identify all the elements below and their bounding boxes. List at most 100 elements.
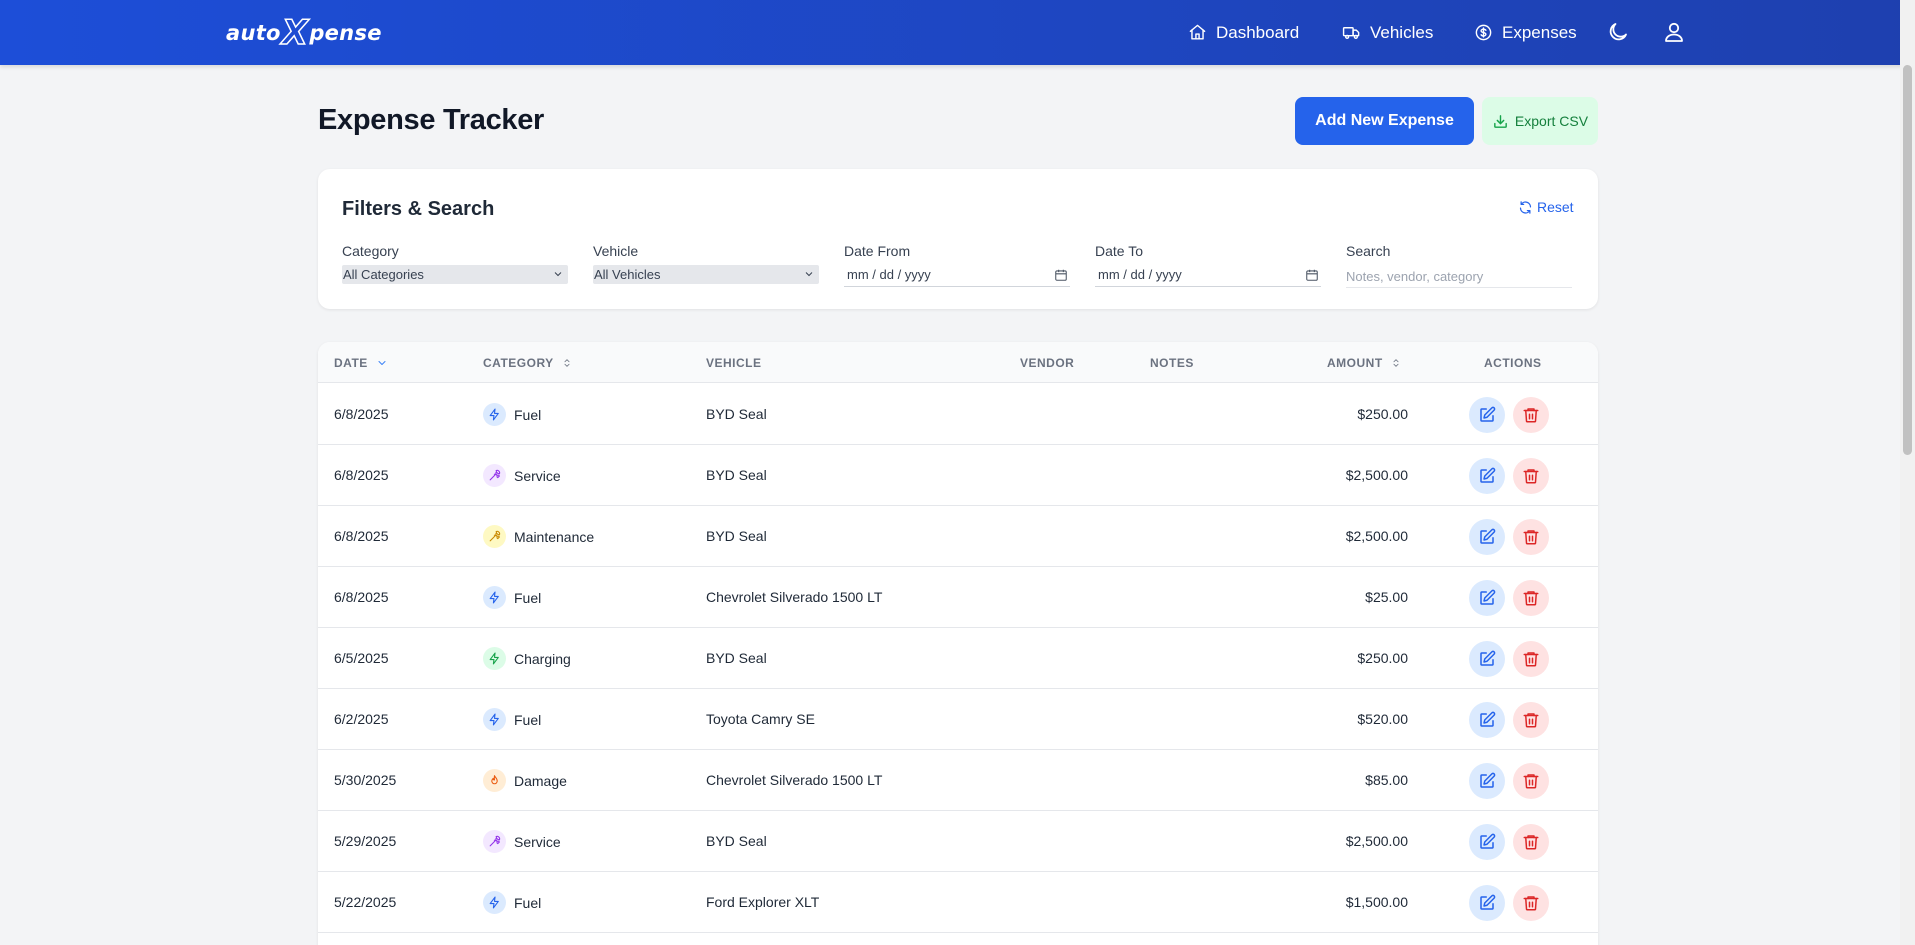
calendar-icon[interactable]	[1054, 268, 1068, 282]
edit-icon	[1480, 589, 1496, 605]
delete-button[interactable]	[1513, 885, 1549, 921]
download-icon	[1494, 114, 1507, 128]
category-select[interactable]: All Categories	[342, 265, 568, 284]
cell-amount: $2,500.00	[1345, 833, 1408, 849]
cell-amount: $250.00	[1357, 650, 1408, 666]
edit-icon	[1480, 650, 1496, 666]
column-header-category[interactable]: CATEGORY	[483, 356, 572, 370]
nav-expenses[interactable]: Expenses	[1474, 0, 1577, 65]
delete-button[interactable]	[1513, 519, 1549, 555]
cell-category: Maintenance	[483, 525, 594, 548]
category-label: Fuel	[514, 406, 542, 423]
table-header: DATE CATEGORY VEHICLE VENDOR NOTES AMOUN…	[318, 342, 1598, 383]
vehicle-select[interactable]: All Vehicles	[593, 265, 819, 284]
amount-header-label: AMOUNT	[1327, 356, 1383, 370]
calendar-icon[interactable]	[1305, 268, 1319, 282]
cell-vehicle: Ford Explorer XLT	[706, 894, 820, 910]
delete-button[interactable]	[1513, 824, 1549, 860]
cell-vehicle: BYD Seal	[706, 467, 767, 483]
cell-date: 6/5/2025	[334, 650, 389, 666]
theme-toggle-button[interactable]	[1606, 20, 1632, 46]
trash-icon	[1523, 530, 1539, 545]
column-header-date[interactable]: DATE	[334, 356, 388, 370]
category-label: Service	[514, 467, 561, 484]
edit-button[interactable]	[1469, 763, 1505, 799]
search-label: Search	[1346, 243, 1391, 259]
category-label: Maintenance	[514, 528, 595, 545]
column-header-notes: NOTES	[1150, 356, 1194, 370]
edit-button[interactable]	[1469, 519, 1505, 555]
cell-amount: $85.00	[1365, 772, 1408, 788]
truck-icon	[1342, 27, 1360, 39]
nav-dashboard[interactable]: Dashboard	[1188, 0, 1299, 65]
date-from-input[interactable]: mm / dd / yyyy	[844, 265, 1070, 287]
cell-date: 5/29/2025	[334, 833, 397, 849]
cell-category: Damage	[483, 769, 567, 792]
edit-button[interactable]	[1469, 641, 1505, 677]
cell-amount: $2,500.00	[1345, 528, 1408, 544]
category-label: Damage	[514, 772, 567, 789]
vehicle-select-value: All Vehicles	[594, 267, 661, 282]
cell-vehicle: BYD Seal	[706, 833, 767, 849]
delete-button[interactable]	[1513, 397, 1549, 433]
cell-amount: $520.00	[1357, 711, 1408, 727]
wrench-icon	[489, 835, 501, 847]
trash-icon	[1523, 469, 1539, 484]
column-header-amount[interactable]: AMOUNT	[1327, 356, 1401, 370]
cell-amount: $250.00	[1357, 406, 1408, 422]
cell-date: 6/8/2025	[334, 467, 389, 483]
reset-filters-button[interactable]: Reset	[1518, 199, 1574, 215]
category-label: Fuel	[514, 711, 542, 728]
page-scrollbar-thumb[interactable]	[1903, 65, 1912, 455]
edit-button[interactable]	[1469, 580, 1505, 616]
cell-vehicle: Chevrolet Silverado 1500 LT	[706, 772, 883, 788]
trash-icon	[1523, 774, 1539, 789]
date-header-label: DATE	[334, 356, 368, 370]
date-to-input[interactable]: mm / dd / yyyy	[1095, 265, 1321, 287]
profile-button[interactable]	[1662, 20, 1688, 46]
cell-category: Fuel	[483, 708, 541, 731]
nav-vehicles-label: Vehicles	[1370, 22, 1434, 42]
delete-button[interactable]	[1513, 641, 1549, 677]
edit-button[interactable]	[1469, 702, 1505, 738]
add-new-expense-button[interactable]: Add New Expense	[1295, 97, 1474, 145]
nav-dashboard-label: Dashboard	[1216, 22, 1300, 42]
cell-vehicle: Toyota Camry SE	[706, 711, 815, 727]
delete-button[interactable]	[1513, 580, 1549, 616]
app-logo[interactable]: auto Xpense	[226, 15, 382, 51]
trash-icon	[1523, 408, 1539, 423]
edit-icon	[1480, 894, 1496, 910]
category-icon-badge	[483, 830, 506, 853]
cell-vehicle: BYD Seal	[706, 406, 767, 422]
table-row: 5/29/2025 Service BYD Seal $2,500.00	[318, 811, 1598, 872]
category-icon-badge	[483, 769, 506, 792]
delete-button[interactable]	[1513, 763, 1549, 799]
edit-button[interactable]	[1469, 397, 1505, 433]
logo-text-left: auto	[226, 21, 281, 45]
edit-button[interactable]	[1469, 885, 1505, 921]
table-row: 6/8/2025 Maintenance BYD Seal $2,500.00	[318, 506, 1598, 567]
cell-amount: $25.00	[1365, 589, 1408, 605]
export-csv-button[interactable]: Export CSV	[1482, 97, 1598, 145]
nav-vehicles[interactable]: Vehicles	[1342, 0, 1433, 65]
cell-category: Service	[483, 830, 561, 853]
category-icon-badge	[483, 647, 506, 670]
column-header-vendor: VENDOR	[1020, 356, 1075, 370]
edit-icon	[1480, 528, 1496, 544]
delete-button[interactable]	[1513, 702, 1549, 738]
reset-label: Reset	[1537, 199, 1574, 215]
edit-button[interactable]	[1469, 824, 1505, 860]
trash-icon	[1523, 652, 1539, 667]
cell-category: Charging	[483, 647, 571, 670]
search-input[interactable]	[1346, 266, 1572, 288]
edit-button[interactable]	[1469, 458, 1505, 494]
date-from-label: Date From	[844, 243, 911, 259]
logo-text-right: pense	[309, 21, 382, 45]
category-label: Fuel	[514, 894, 542, 911]
cell-vehicle: BYD Seal	[706, 650, 767, 666]
delete-button[interactable]	[1513, 458, 1549, 494]
flame-icon	[491, 775, 498, 785]
vehicle-filter-label: Vehicle	[593, 243, 639, 259]
wrench-icon	[489, 469, 501, 481]
category-icon-badge	[483, 891, 506, 914]
